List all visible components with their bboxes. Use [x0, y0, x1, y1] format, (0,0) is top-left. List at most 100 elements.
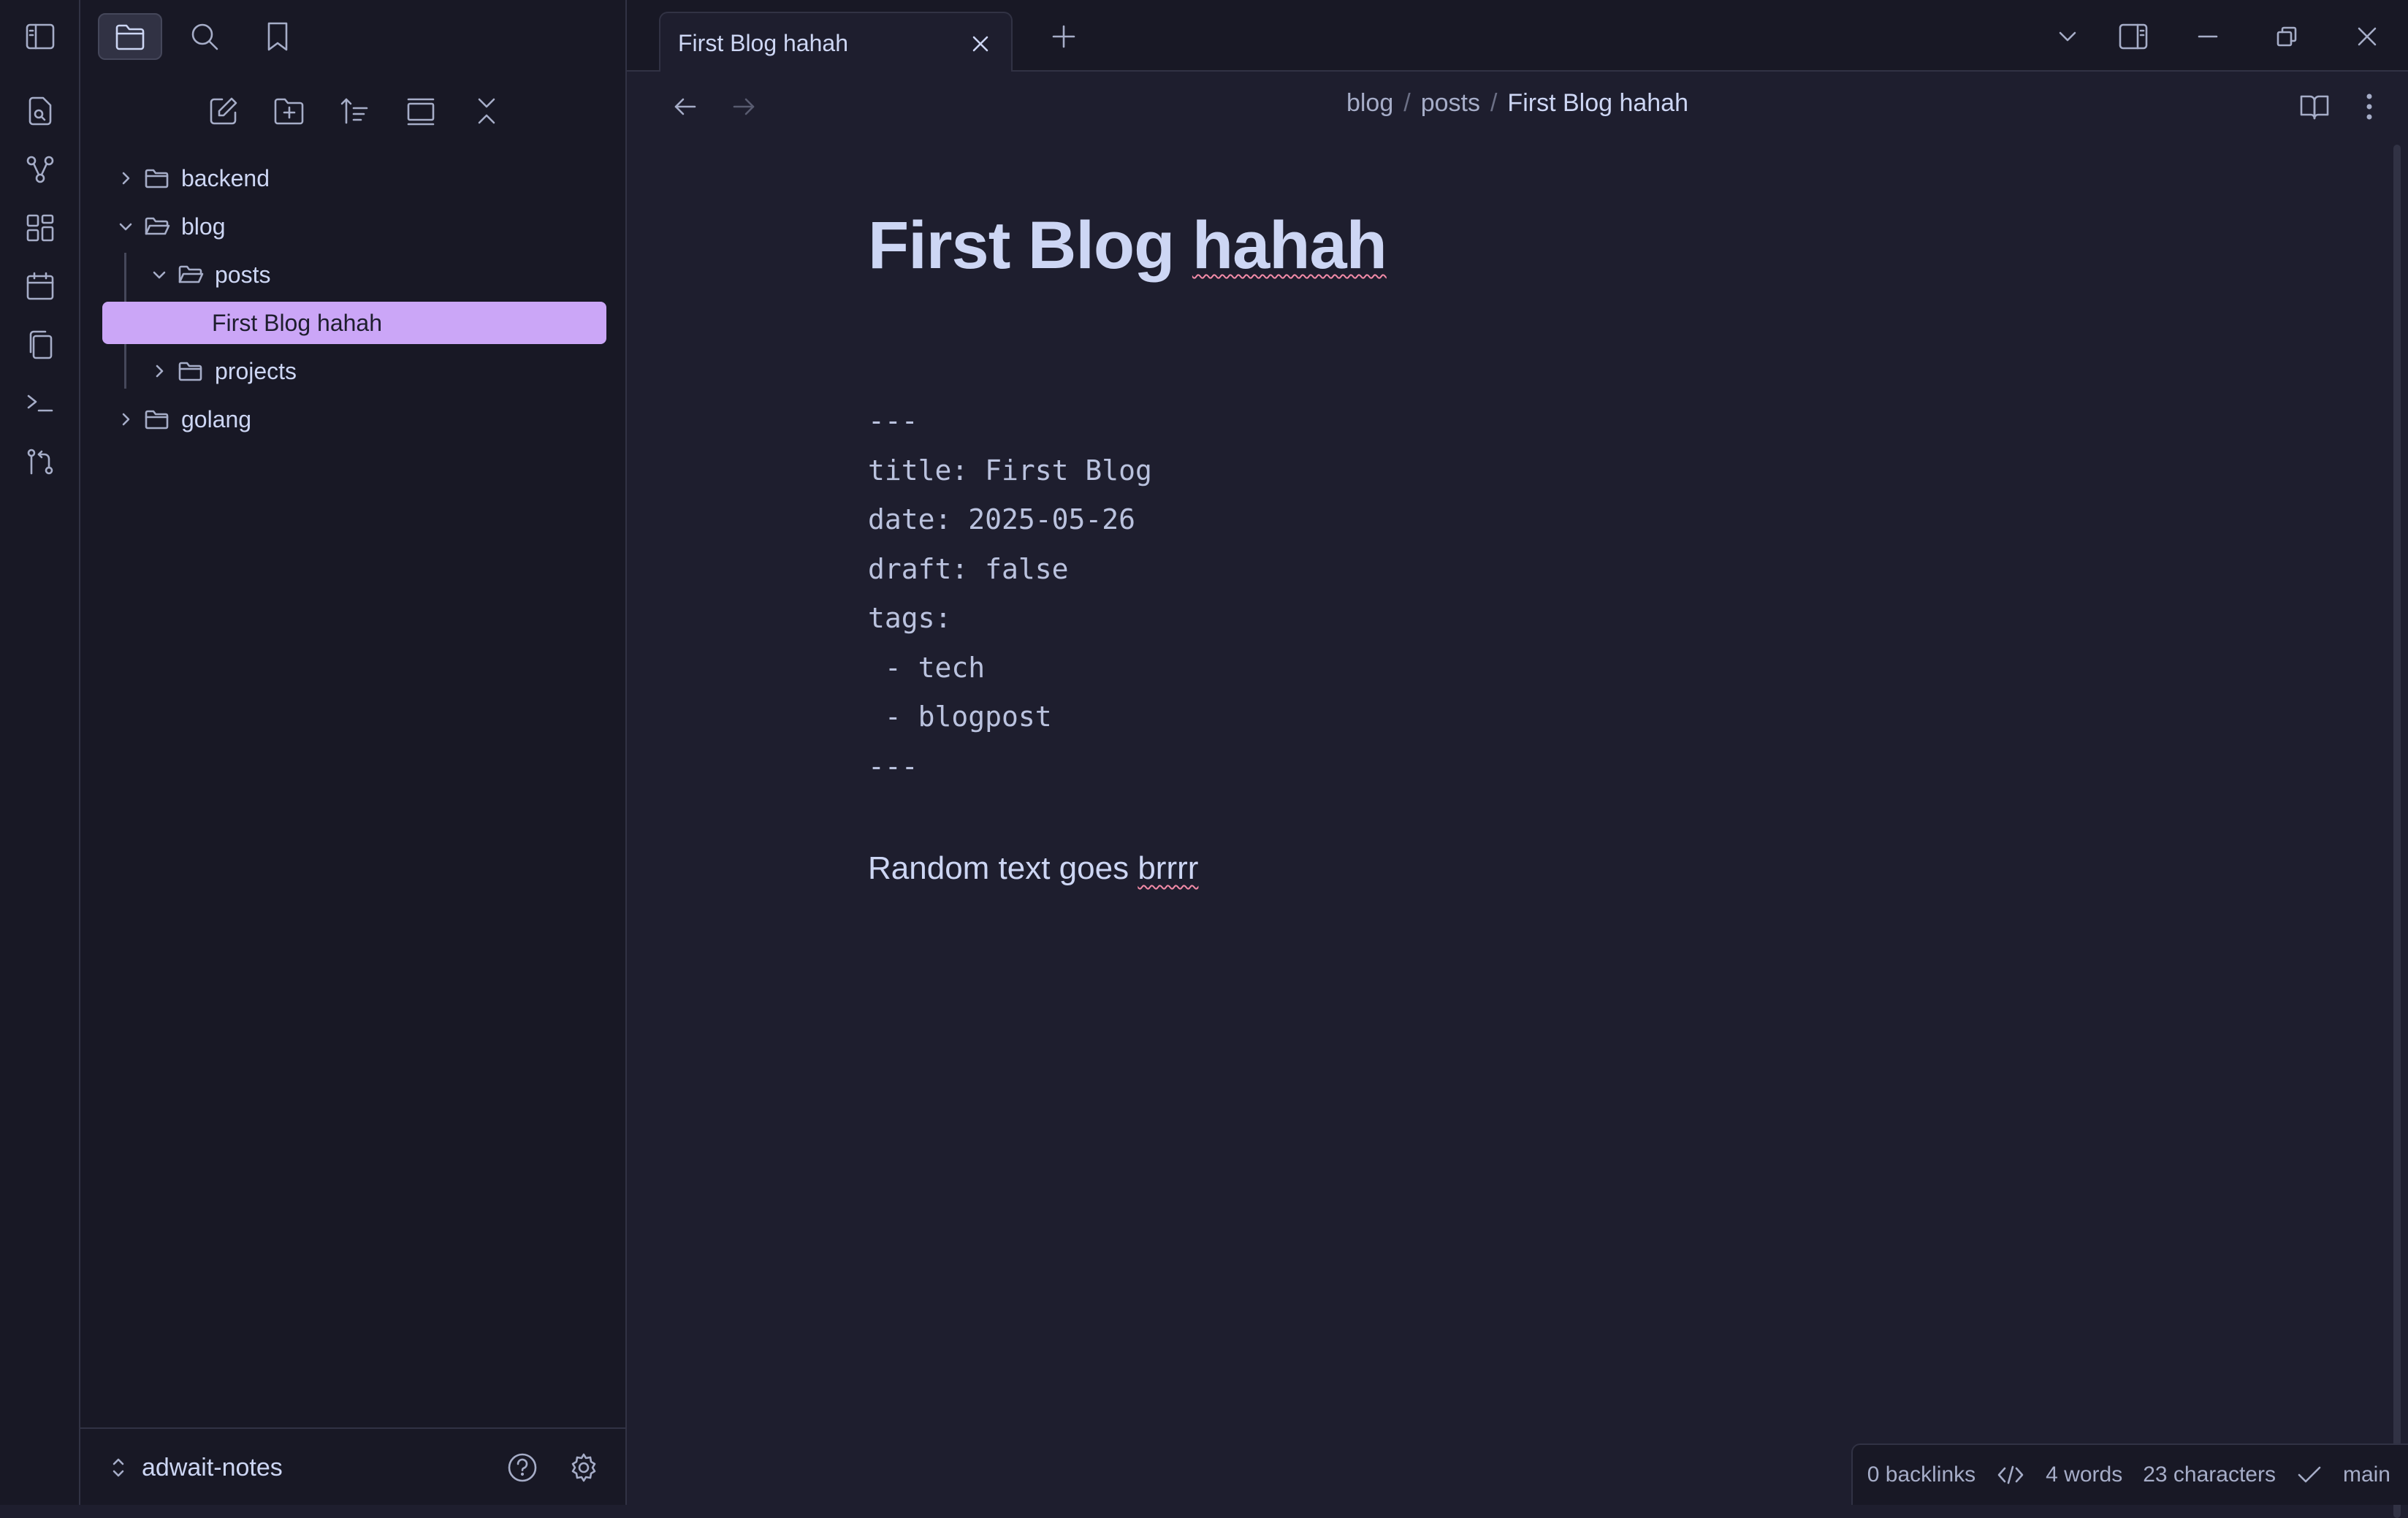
templates-button[interactable] — [20, 324, 61, 365]
git-icon — [27, 449, 53, 475]
close-icon — [972, 36, 988, 52]
help-button[interactable] — [503, 1448, 542, 1487]
close-window-button[interactable] — [2344, 13, 2390, 60]
folder-icon — [140, 405, 174, 434]
minimize-icon — [2198, 35, 2218, 38]
toggle-right-sidebar-button[interactable] — [2110, 13, 2157, 60]
files-tab[interactable] — [98, 13, 162, 60]
new-note-button[interactable] — [200, 88, 247, 134]
tree-label: First Blog hahah — [212, 309, 383, 336]
tab-first-blog-hahah[interactable]: First Blog hahah — [659, 12, 1013, 73]
breadcrumb-blog[interactable]: blog — [1346, 89, 1393, 117]
note-body[interactable]: Random text goes brrrr — [868, 850, 1198, 887]
chevron-right-icon — [145, 356, 174, 386]
tree-file-first-blog-hahah[interactable]: First Blog hahah — [102, 302, 606, 344]
graph-icon — [26, 156, 54, 183]
tree-folder-blog[interactable]: blog — [111, 205, 564, 248]
frontmatter-line: date: 2025-05-26 — [868, 503, 1136, 535]
character-count: 23 characters — [2143, 1462, 2276, 1487]
tree-label: backend — [181, 164, 270, 191]
tab-title: First Blog hahah — [678, 29, 849, 56]
chevron-down-icon — [111, 212, 140, 241]
frontmatter-line: title: First Blog — [868, 454, 1152, 487]
restore-window-button[interactable] — [2263, 13, 2310, 60]
open-quick-switcher-button[interactable] — [20, 91, 61, 131]
right-sidebar-icon — [2119, 23, 2148, 50]
close-tab-button[interactable] — [966, 29, 995, 58]
search-icon — [191, 23, 218, 50]
note-title[interactable]: First Blog hahah — [868, 207, 1387, 284]
folder-open-icon — [174, 260, 207, 289]
plus-icon — [1052, 25, 1075, 48]
folder-icon — [140, 164, 174, 193]
title-bar: First Blog hahah — [627, 0, 2408, 73]
minimize-window-button[interactable] — [2184, 13, 2231, 60]
auto-reveal-button[interactable] — [397, 88, 444, 134]
tree-folder-posts[interactable]: posts — [145, 253, 564, 296]
tree-label: projects — [215, 357, 297, 384]
git-branch[interactable]: main — [2343, 1462, 2390, 1487]
daily-note-button[interactable] — [20, 266, 61, 307]
chevron-right-icon — [111, 164, 140, 193]
sort-button[interactable] — [332, 88, 378, 134]
breadcrumb-separator: / — [1403, 89, 1411, 117]
code-icon[interactable] — [1996, 1464, 2025, 1486]
frontmatter-block[interactable]: --- title: First Blog date: 2025-05-26 d… — [868, 405, 1152, 799]
view-header: blog / posts / First Blog hahah — [627, 72, 2408, 142]
tree-label: blog — [181, 213, 226, 240]
git-button[interactable] — [20, 441, 61, 482]
sort-icon — [340, 98, 368, 124]
tree-folder-backend[interactable]: backend — [111, 157, 564, 199]
frontmatter-line: - tech — [868, 651, 986, 684]
note-title-misspelled-word: hahah — [1192, 208, 1387, 283]
chevron-up-down-icon — [113, 1458, 124, 1477]
auto-reveal-icon — [407, 98, 435, 126]
tree-label: golang — [181, 405, 252, 432]
new-folder-button[interactable] — [266, 88, 313, 134]
collapse-all-icon — [478, 98, 495, 124]
breadcrumb-posts[interactable]: posts — [1421, 89, 1480, 117]
vault-bar: adwait-notes — [80, 1427, 625, 1505]
sidebar-toggle-icon — [26, 23, 55, 50]
vault-switcher[interactable]: adwait-notes — [110, 1451, 283, 1484]
sidebar-toggle-button[interactable] — [20, 16, 61, 57]
new-folder-icon — [274, 98, 304, 125]
backlinks-count[interactable]: 0 backlinks — [1867, 1462, 1975, 1487]
breadcrumb-separator: / — [1490, 89, 1498, 117]
calendar-icon — [26, 272, 54, 300]
new-note-icon — [210, 97, 237, 125]
chevron-down-icon — [2059, 31, 2076, 42]
folder-icon — [115, 24, 145, 50]
tab-list-button[interactable] — [2044, 13, 2091, 60]
tree-folder-golang[interactable]: golang — [111, 398, 564, 440]
bookmarks-tab[interactable] — [245, 13, 310, 60]
note-title-part: First Blog — [868, 208, 1192, 283]
settings-button[interactable] — [564, 1448, 603, 1487]
collapse-all-button[interactable] — [463, 88, 510, 134]
close-icon — [2358, 27, 2377, 46]
search-tab[interactable] — [172, 13, 237, 60]
frontmatter-line: --- — [868, 405, 918, 437]
graph-view-button[interactable] — [20, 149, 61, 190]
breadcrumb-current[interactable]: First Blog hahah — [1507, 89, 1688, 117]
terminal-button[interactable] — [20, 383, 61, 424]
terminal-icon — [27, 394, 53, 412]
check-icon[interactable] — [2296, 1464, 2323, 1486]
scrollbar[interactable] — [2393, 145, 2401, 1518]
tree-folder-projects[interactable]: projects — [145, 350, 564, 392]
canvas-button[interactable] — [20, 207, 61, 248]
more-options-button[interactable] — [2351, 85, 2388, 129]
chevron-right-icon — [111, 405, 140, 434]
reading-view-icon — [2300, 95, 2329, 120]
new-tab-button[interactable] — [1040, 13, 1087, 60]
frontmatter-line: --- — [868, 750, 918, 782]
help-icon — [508, 1453, 537, 1482]
breadcrumb: blog / posts / First Blog hahah — [627, 89, 2408, 118]
ribbon — [0, 0, 80, 1505]
settings-icon — [571, 1453, 596, 1482]
frontmatter-line: draft: false — [868, 552, 1069, 585]
restore-icon — [2276, 26, 2297, 47]
status-bar: 0 backlinks 4 words 23 characters main — [1851, 1443, 2408, 1505]
frontmatter-line: tags: — [868, 602, 952, 634]
reading-view-button[interactable] — [2293, 85, 2336, 129]
